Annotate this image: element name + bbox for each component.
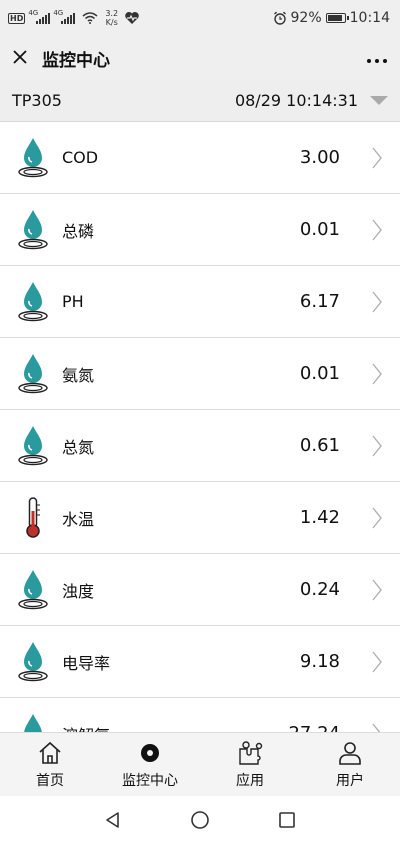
more-icon[interactable] [366, 53, 388, 64]
bottom-tab-bar: 首页 监控中心 应用 用户 [0, 732, 400, 796]
monitor-icon [141, 743, 159, 762]
heart-rate-icon [125, 12, 139, 24]
parameter-name: 浊度 [62, 581, 95, 601]
status-left: HD 4G 4G 3.2 K/s [8, 9, 140, 27]
parameter-list: COD 3.00 总磷 0.01 PH 6.17 氨氮 0.01 总氮 0.61 水温 1.… [0, 122, 400, 732]
water-drop-icon [16, 351, 50, 397]
tab-apps-label: 应用 [236, 772, 264, 789]
status-right: 92% 10:14 [273, 10, 390, 26]
parameter-row[interactable]: 电导率 9.18 [0, 626, 400, 698]
chevron-right-icon[interactable] [372, 651, 382, 673]
dropdown-arrow-icon[interactable] [370, 96, 388, 105]
parameter-name: PH [62, 292, 84, 311]
parameter-value: 3.00 [299, 147, 340, 168]
home-button-icon[interactable] [190, 810, 210, 830]
tab-monitor[interactable]: 监控中心 [100, 733, 200, 796]
hd-badge: HD [8, 12, 26, 24]
parameter-name: 水温 [62, 509, 95, 529]
apps-icon [239, 740, 263, 765]
page-title: 监控中心 [42, 50, 110, 71]
speed-unit: K/s [105, 18, 118, 27]
parameter-value: 0.01 [299, 363, 340, 384]
chevron-right-icon[interactable] [372, 723, 382, 732]
parameter-name: COD [62, 148, 99, 167]
parameter-value: 6.17 [299, 291, 340, 312]
tab-home-label: 首页 [36, 772, 64, 789]
parameter-row[interactable]: 水温 1.42 [0, 482, 400, 554]
parameter-name: 电导率 [62, 653, 111, 673]
user-icon [339, 741, 361, 765]
tab-monitor-label: 监控中心 [122, 772, 178, 789]
water-drop-icon [16, 711, 50, 732]
chevron-right-icon[interactable] [372, 435, 382, 457]
chevron-right-icon[interactable] [372, 219, 382, 241]
water-drop-icon [16, 135, 50, 181]
signal-icon: 4G [53, 9, 76, 24]
clock: 10:14 [349, 10, 390, 26]
parameter-name: 氨氮 [62, 365, 95, 385]
parameter-row[interactable]: 氨氮 0.01 [0, 338, 400, 410]
recents-icon[interactable] [277, 810, 297, 830]
parameter-value: 0.61 [299, 435, 340, 456]
parameter-value: 27.24 [212, 723, 340, 732]
speed-value: 3.2 [105, 9, 119, 18]
parameter-row[interactable]: 浊度 0.24 [0, 554, 400, 626]
water-drop-icon [16, 279, 50, 325]
chevron-right-icon[interactable] [372, 147, 382, 169]
water-drop-icon [16, 423, 50, 469]
parameter-value: 0.24 [299, 579, 340, 600]
network-speed: 3.2 K/s [105, 9, 118, 27]
tab-home[interactable]: 首页 [0, 733, 100, 796]
parameter-row[interactable]: 总磷 0.01 [0, 194, 400, 266]
parameter-value: 0.01 [299, 219, 340, 240]
chevron-right-icon[interactable] [372, 507, 382, 529]
close-icon[interactable] [12, 46, 36, 70]
network-type-label: 4G [53, 9, 64, 17]
thermometer-icon [16, 495, 50, 541]
parameter-row[interactable]: PH 6.17 [0, 266, 400, 338]
back-icon[interactable] [103, 810, 123, 830]
parameter-row[interactable]: COD 3.00 [0, 122, 400, 194]
chevron-right-icon[interactable] [372, 363, 382, 385]
device-id: TP305 [12, 91, 62, 110]
battery-icon [325, 13, 349, 23]
device-timestamp: 08/29 10:14:31 [234, 91, 358, 110]
tab-user[interactable]: 用户 [300, 733, 400, 796]
water-drop-icon [16, 639, 50, 685]
battery-percent: 92% [290, 10, 322, 26]
parameter-row[interactable]: 溶解氧27.24 [0, 698, 400, 732]
tab-apps[interactable]: 应用 [200, 733, 300, 796]
water-drop-icon [16, 567, 50, 613]
system-nav-bar [0, 796, 400, 844]
parameter-value: 1.42 [299, 507, 340, 528]
tab-user-label: 用户 [336, 772, 364, 789]
status-bar: HD 4G 4G 3.2 K/s 92% 10:14 [0, 0, 400, 36]
parameter-name: 总氮 [62, 437, 95, 457]
parameter-name: 溶解氧 [62, 722, 212, 733]
water-drop-icon [16, 207, 50, 253]
wifi-icon [82, 12, 98, 24]
parameter-row[interactable]: 总氮 0.61 [0, 410, 400, 482]
network-type-label: 4G [28, 9, 39, 17]
title-bar: 监控中心 [0, 36, 400, 80]
signal-icon: 4G [28, 9, 51, 24]
chevron-right-icon[interactable] [372, 579, 382, 601]
home-icon [39, 741, 61, 764]
chevron-right-icon[interactable] [372, 291, 382, 313]
parameter-name: 总磷 [62, 221, 95, 241]
parameter-value: 9.18 [299, 651, 340, 672]
device-selector[interactable]: TP305 08/29 10:14:31 [0, 80, 400, 122]
alarm-icon [273, 11, 286, 25]
